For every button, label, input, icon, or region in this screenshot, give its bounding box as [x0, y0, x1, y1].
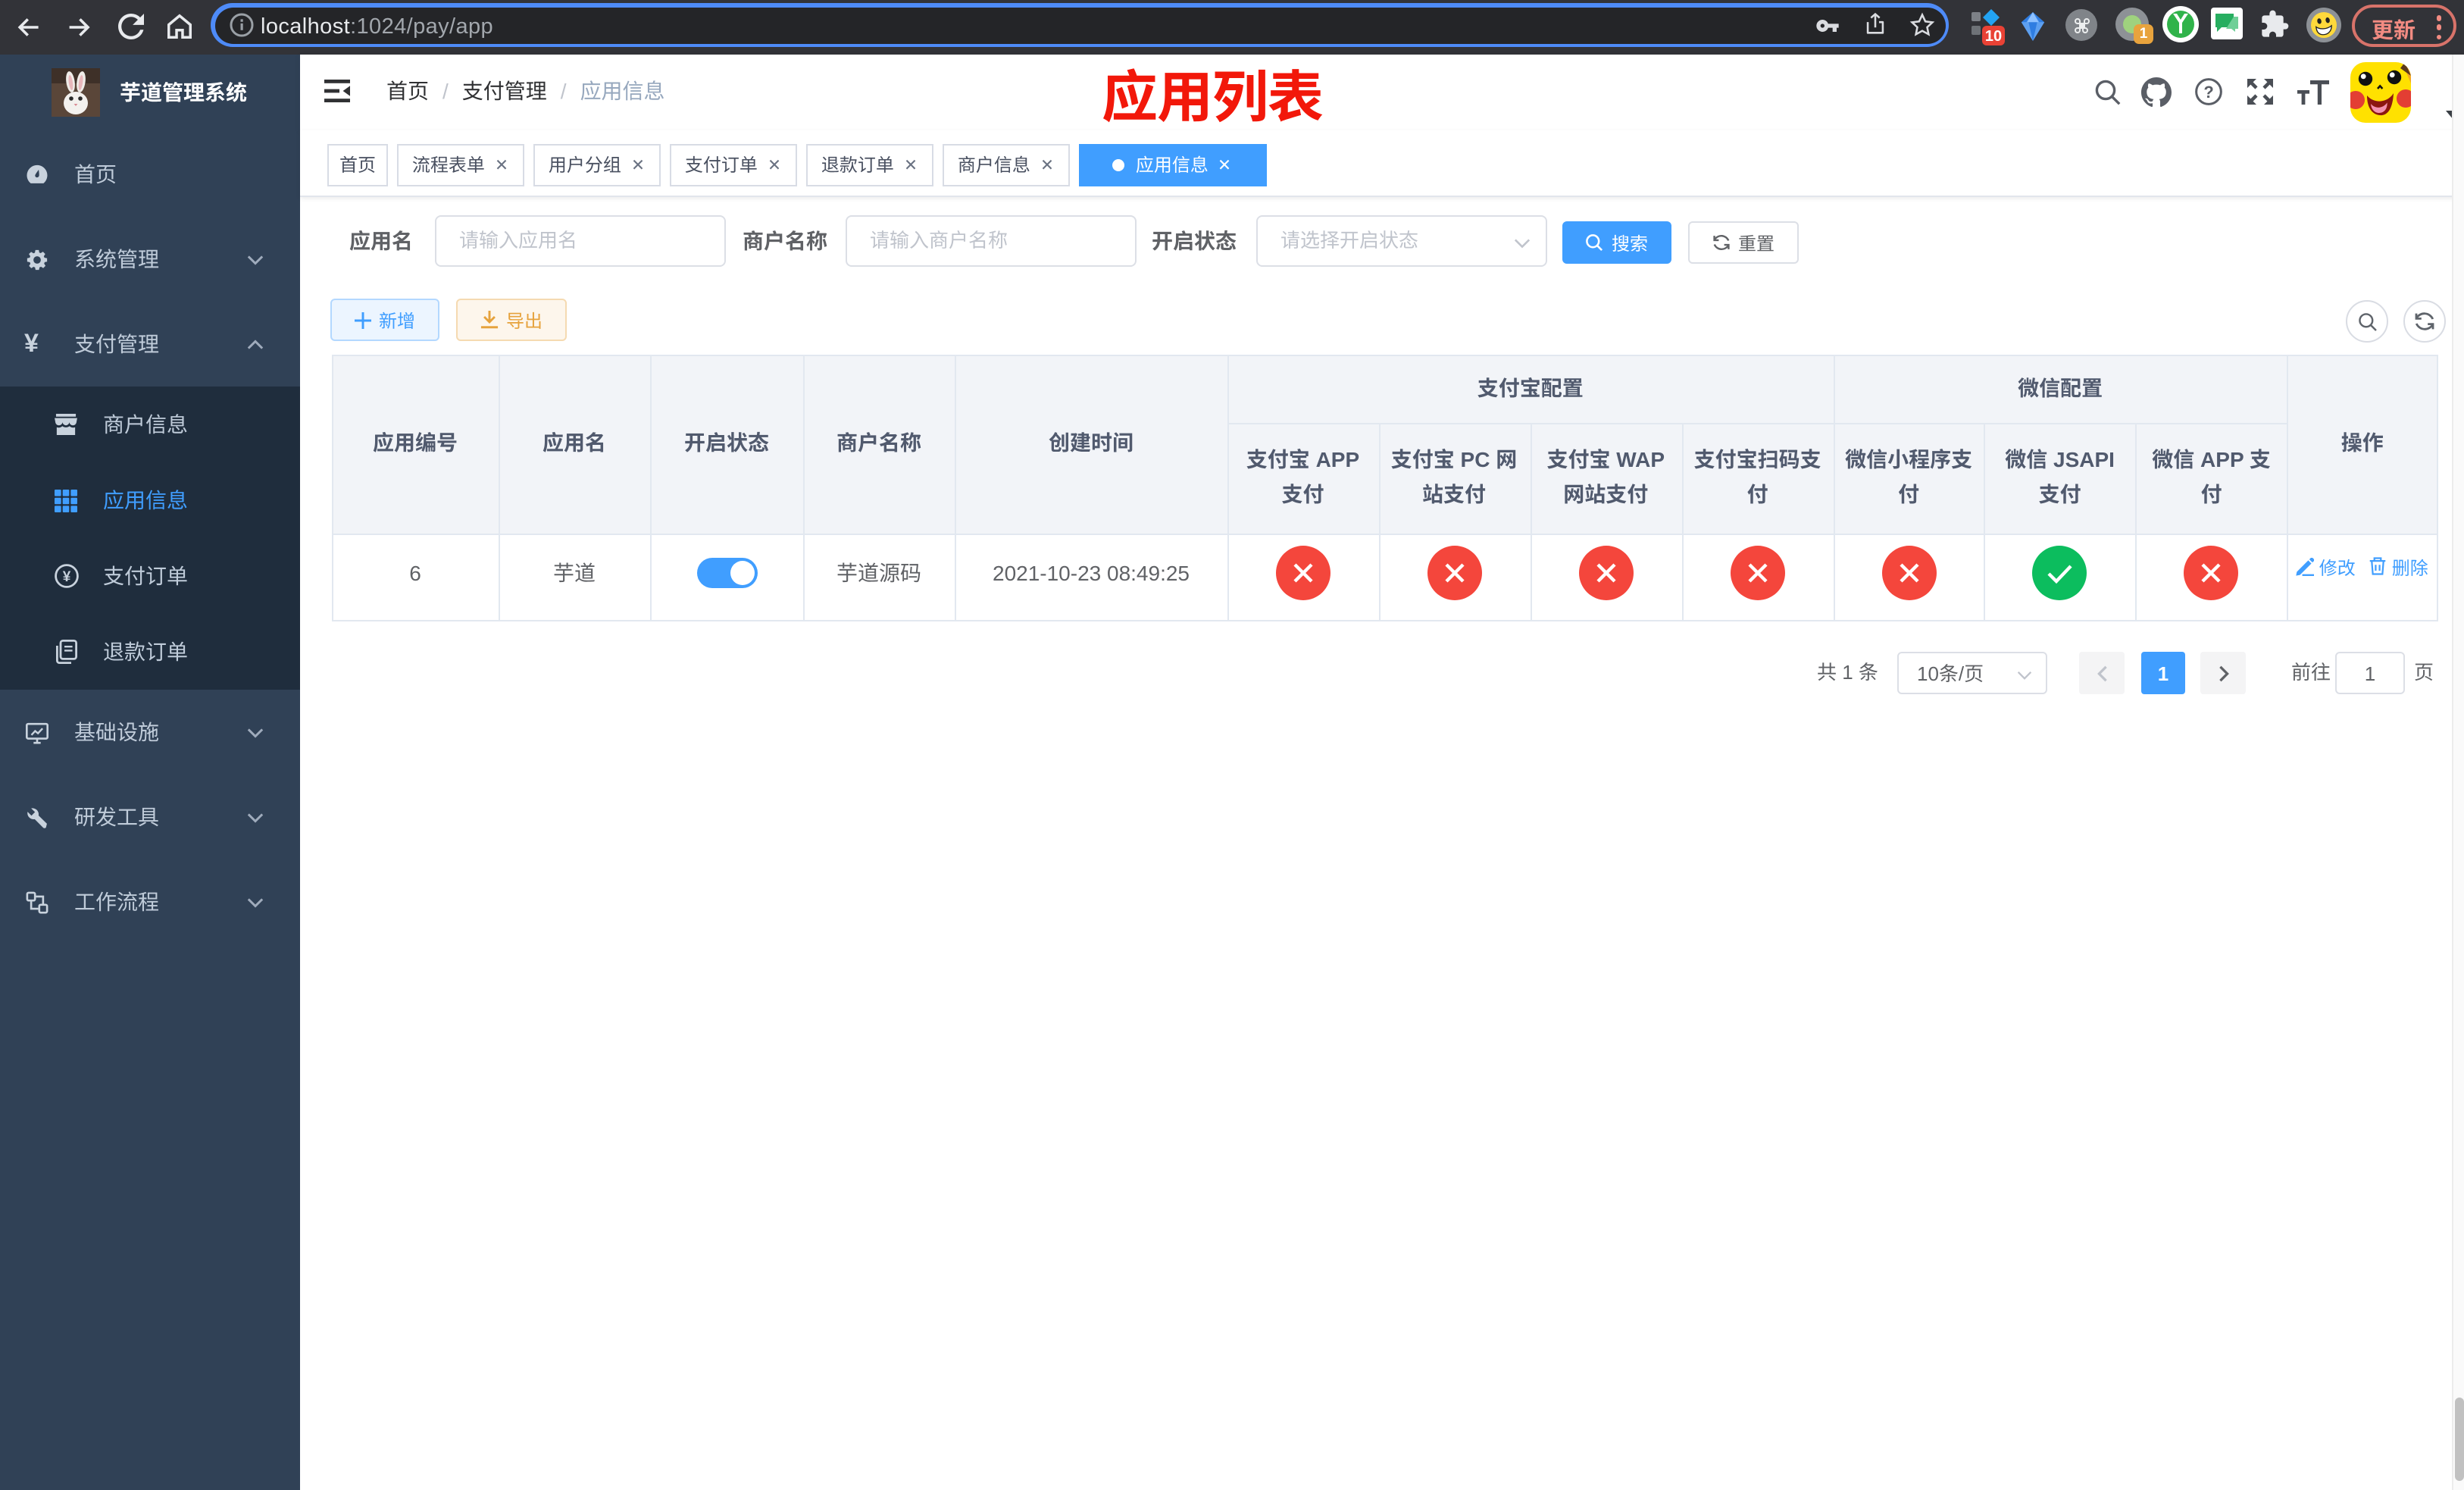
svg-text:¥: ¥	[63, 569, 71, 585]
svg-text:10: 10	[1985, 28, 2002, 45]
svg-text:?: ?	[2203, 83, 2213, 102]
